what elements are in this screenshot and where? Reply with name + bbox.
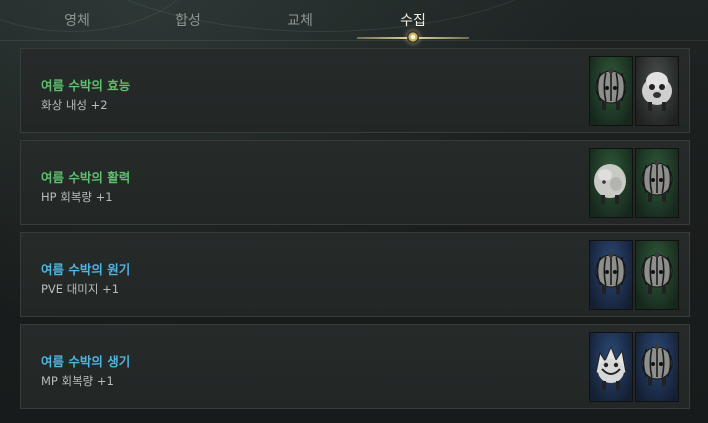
ghost-creature-icon	[636, 57, 678, 125]
spirit-card-thumbnail[interactable]	[589, 240, 633, 310]
tab-spirit[interactable]: 영체	[22, 10, 132, 30]
tab-bar: 영체 합성 교체 수집	[0, 0, 708, 43]
spirit-card-thumbnail[interactable]	[635, 332, 679, 402]
collection-screen: 영체 합성 교체 수집 여름 수박의 효능화상 내성 +2 여름 수박의 활력 HP…	[0, 0, 708, 423]
collection-card-thumbnails	[589, 56, 681, 126]
watermelon-creature-icon	[636, 149, 678, 217]
spirit-card-thumbnail[interactable]	[589, 332, 633, 402]
spirit-card-thumbnail[interactable]	[589, 56, 633, 126]
spirit-card-thumbnail[interactable]	[635, 240, 679, 310]
spirit-card-thumbnail[interactable]	[635, 148, 679, 218]
collection-title: 여름 수박의 생기	[41, 354, 131, 369]
collection-card[interactable]: 여름 수박의 효능화상 내성 +2	[20, 48, 690, 133]
collection-card[interactable]: 여름 수박의 생기 MP 회복량 +1	[20, 324, 690, 409]
spirit-card-thumbnail[interactable]	[635, 56, 679, 126]
collection-bonus: HP 회복량 +1	[41, 190, 113, 204]
collection-card-thumbnails	[589, 332, 681, 402]
collection-title: 여름 수박의 원기	[41, 262, 131, 277]
watermelon-creature-icon	[636, 333, 678, 401]
collection-card-thumbnails	[589, 240, 681, 310]
collection-title: 여름 수박의 활력	[41, 170, 131, 185]
watermelon-creature-icon	[590, 57, 632, 125]
spirit-card-thumbnail[interactable]	[589, 148, 633, 218]
collection-card-thumbnails	[589, 148, 681, 218]
tab-collection[interactable]: 수집	[358, 10, 468, 30]
spiky-creature-icon	[590, 333, 632, 401]
tab-synthesis[interactable]: 합성	[133, 10, 243, 30]
collection-card[interactable]: 여름 수박의 원기 PVE 대미지 +1	[20, 232, 690, 317]
collection-bonus: PVE 대미지 +1	[41, 282, 120, 296]
collection-list: 여름 수박의 효능 화상 내성 +2 여름 수박의 활력 HP 회복량 +1 여름 수박…	[20, 48, 690, 416]
collection-bonus: 화상 내성 +2	[41, 98, 108, 112]
fluffy-creature-icon	[590, 149, 632, 217]
collection-bonus: MP 회복량 +1	[41, 374, 114, 388]
tab-exchange[interactable]: 교체	[245, 10, 355, 30]
active-tab-marker-icon	[407, 31, 419, 43]
collection-card[interactable]: 여름 수박의 활력 HP 회복량 +1	[20, 140, 690, 225]
watermelon-creature-icon	[636, 241, 678, 309]
collection-title: 여름 수박의 효능	[41, 78, 131, 93]
watermelon-creature-icon	[590, 241, 632, 309]
